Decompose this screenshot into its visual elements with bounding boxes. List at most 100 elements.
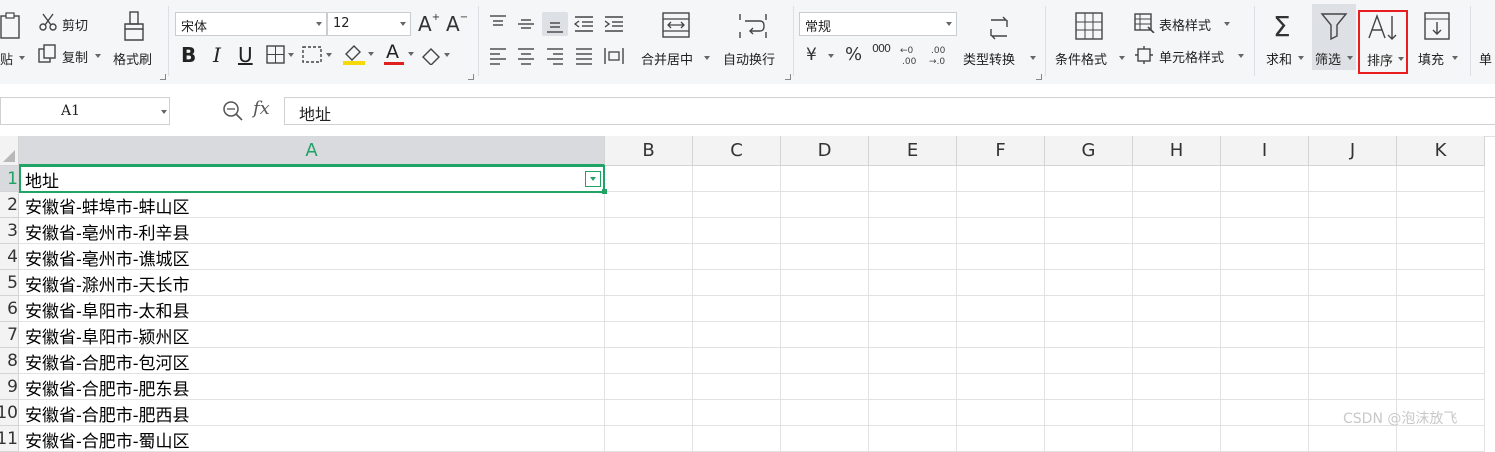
cell-empty[interactable] xyxy=(781,296,869,322)
cell-empty[interactable] xyxy=(1221,270,1309,296)
cell-empty[interactable] xyxy=(1397,244,1485,270)
row-header[interactable]: 4 xyxy=(0,244,19,270)
cell-empty[interactable] xyxy=(1397,166,1485,192)
cell-empty[interactable] xyxy=(781,244,869,270)
cell-empty[interactable] xyxy=(1221,166,1309,192)
cell-empty[interactable] xyxy=(1397,426,1485,452)
cell-empty[interactable] xyxy=(1045,348,1133,374)
font-size-select[interactable]: 12 xyxy=(327,12,411,36)
cell-empty[interactable] xyxy=(1045,374,1133,400)
cell-empty[interactable] xyxy=(605,296,693,322)
cell-empty[interactable] xyxy=(605,270,693,296)
cell-empty[interactable] xyxy=(1309,192,1397,218)
cell-empty[interactable] xyxy=(1045,426,1133,452)
cell-empty[interactable] xyxy=(1133,322,1221,348)
cell-empty[interactable] xyxy=(1221,400,1309,426)
row-header[interactable]: 11 xyxy=(0,426,19,452)
cell-empty[interactable] xyxy=(1133,270,1221,296)
cut-button[interactable]: 剪切 xyxy=(38,12,98,34)
cell-empty[interactable] xyxy=(1133,296,1221,322)
cell-empty[interactable] xyxy=(605,218,693,244)
cell-empty[interactable] xyxy=(957,296,1045,322)
name-box[interactable]: A1 xyxy=(0,97,170,125)
cell-empty[interactable] xyxy=(781,348,869,374)
distributed-align-icon[interactable] xyxy=(603,46,625,66)
cell-empty[interactable] xyxy=(957,166,1045,192)
cell-empty[interactable] xyxy=(1309,270,1397,296)
decrease-decimal-icon[interactable]: .00 →.0 xyxy=(928,43,952,67)
cell-address[interactable]: 安徽省-滁州市-天长市 xyxy=(19,270,605,296)
dialog-launcher-icon[interactable] xyxy=(1036,74,1042,80)
fill-pattern-icon[interactable] xyxy=(302,45,334,65)
cell-empty[interactable] xyxy=(1309,244,1397,270)
cell-empty[interactable] xyxy=(693,400,781,426)
cell-empty[interactable] xyxy=(957,244,1045,270)
cell-empty[interactable] xyxy=(957,426,1045,452)
column-header-j[interactable]: J xyxy=(1309,136,1397,166)
cell-empty[interactable] xyxy=(1045,322,1133,348)
cell-address[interactable]: 安徽省-合肥市-肥西县 xyxy=(19,400,605,426)
cell-address[interactable]: 安徽省-蚌埠市-蚌山区 xyxy=(19,192,605,218)
wrap-text-button[interactable]: 自动换行 xyxy=(720,4,786,70)
cell-empty[interactable] xyxy=(1133,348,1221,374)
cell-address[interactable]: 安徽省-合肥市-包河区 xyxy=(19,348,605,374)
cell-empty[interactable] xyxy=(957,374,1045,400)
dialog-launcher-icon[interactable] xyxy=(160,74,166,80)
cell-empty[interactable] xyxy=(869,348,957,374)
cell-empty[interactable] xyxy=(1221,348,1309,374)
cell-empty[interactable] xyxy=(693,374,781,400)
row-header[interactable]: 5 xyxy=(0,270,19,296)
decrease-font-button[interactable]: A− xyxy=(446,12,468,36)
cell-address[interactable]: 安徽省-亳州市-利辛县 xyxy=(19,218,605,244)
cell-empty[interactable] xyxy=(1309,426,1397,452)
fill-handle[interactable] xyxy=(602,189,607,194)
currency-button[interactable]: ¥ xyxy=(806,45,836,67)
increase-decimal-icon[interactable]: ←0 .00 xyxy=(899,43,923,67)
thousands-button[interactable]: 000 xyxy=(872,42,891,55)
font-color-button[interactable]: A xyxy=(383,41,415,67)
cell-empty[interactable] xyxy=(1133,192,1221,218)
paste-dropdown-icon[interactable] xyxy=(19,56,25,60)
dialog-launcher-icon[interactable] xyxy=(468,74,474,80)
align-right-icon[interactable] xyxy=(545,46,565,66)
filter-dropdown-icon[interactable] xyxy=(585,171,601,187)
cell-empty[interactable] xyxy=(1045,270,1133,296)
cell-empty[interactable] xyxy=(1309,348,1397,374)
cell-empty[interactable] xyxy=(1309,374,1397,400)
cell-empty[interactable] xyxy=(1309,322,1397,348)
number-format-select[interactable]: 常规 xyxy=(799,12,957,36)
copy-dropdown-icon[interactable] xyxy=(95,54,101,58)
column-header-c[interactable]: C xyxy=(693,136,781,166)
cell-empty[interactable] xyxy=(605,322,693,348)
cell-address[interactable]: 安徽省-合肥市-蜀山区 xyxy=(19,426,605,452)
eraser-icon[interactable] xyxy=(420,45,452,65)
cell-empty[interactable] xyxy=(869,426,957,452)
underline-button[interactable]: U xyxy=(238,43,253,67)
cell-empty[interactable] xyxy=(1045,296,1133,322)
row-header[interactable]: 1 xyxy=(0,166,19,192)
cell-empty[interactable] xyxy=(781,166,869,192)
cell-empty[interactable] xyxy=(1397,270,1485,296)
cell-empty[interactable] xyxy=(605,244,693,270)
conditional-format-button[interactable]: 条件格式 xyxy=(1052,4,1128,70)
cell-empty[interactable] xyxy=(1045,218,1133,244)
cell-empty[interactable] xyxy=(869,270,957,296)
cell-empty[interactable] xyxy=(1221,218,1309,244)
justify-icon[interactable] xyxy=(574,46,594,66)
cell-empty[interactable] xyxy=(1221,322,1309,348)
cell-empty[interactable] xyxy=(957,270,1045,296)
column-header-b[interactable]: B xyxy=(605,136,693,166)
cell-empty[interactable] xyxy=(781,374,869,400)
cell-empty[interactable] xyxy=(869,296,957,322)
percent-button[interactable]: % xyxy=(845,44,862,65)
align-middle-icon[interactable] xyxy=(516,14,536,34)
cell-empty[interactable] xyxy=(605,192,693,218)
cell-empty[interactable] xyxy=(957,400,1045,426)
cell-empty[interactable] xyxy=(869,166,957,192)
type-convert-button[interactable]: 类型转换 xyxy=(960,4,1040,70)
cell-empty[interactable] xyxy=(1397,192,1485,218)
cell-empty[interactable] xyxy=(1397,348,1485,374)
cell-empty[interactable] xyxy=(781,426,869,452)
cell-empty[interactable] xyxy=(1045,166,1133,192)
cell-empty[interactable] xyxy=(605,166,693,192)
